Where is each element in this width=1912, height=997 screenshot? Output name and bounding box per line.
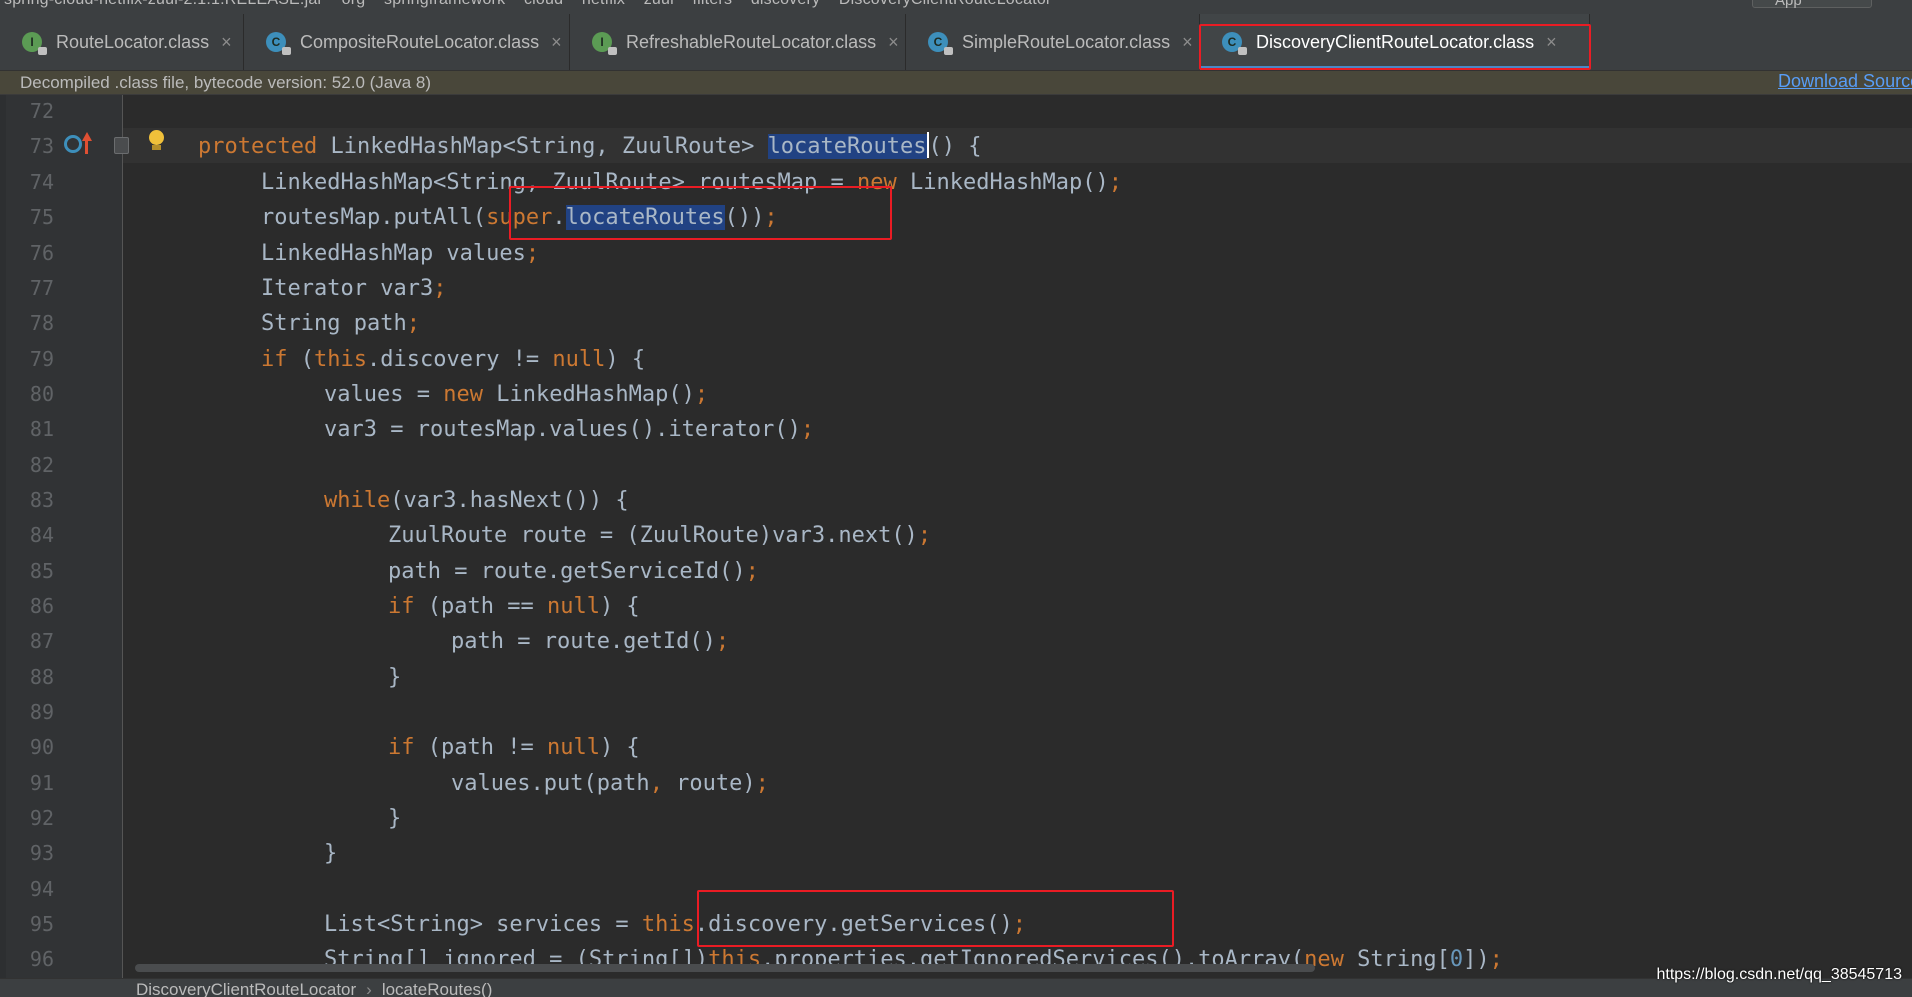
line-number: 77 bbox=[29, 276, 54, 300]
code-line-88[interactable]: } bbox=[388, 660, 401, 695]
code-line-90[interactable]: if (path != null) { bbox=[388, 730, 640, 765]
overrides-method-icon[interactable] bbox=[64, 135, 82, 153]
code-line-87[interactable]: path = route.getId(); bbox=[451, 624, 729, 659]
tab-refreshable-route-locator[interactable]: I RefreshableRouteLocator.class × bbox=[570, 14, 906, 70]
lock-icon bbox=[282, 47, 291, 55]
interface-icon: I bbox=[592, 32, 617, 55]
code-line-84[interactable]: ZuulRoute route = (ZuulRoute)var3.next()… bbox=[388, 518, 931, 553]
line-number: 96 bbox=[29, 947, 54, 971]
navbar-breadcrumb: spring-cloud-netflix-zuul-2.1.1.RELEASE.… bbox=[4, 0, 1065, 9]
navbar-crumb[interactable]: spring-cloud-netflix-zuul-2.1.1.RELEASE.… bbox=[4, 0, 323, 8]
line-number: 94 bbox=[29, 877, 54, 901]
line-number: 88 bbox=[29, 665, 54, 689]
line-number: 84 bbox=[29, 523, 54, 547]
tab-route-locator[interactable]: I RouteLocator.class × bbox=[0, 14, 244, 70]
code-line-80[interactable]: values = new LinkedHashMap(); bbox=[324, 377, 708, 412]
code-line-78[interactable]: String path; bbox=[261, 306, 420, 341]
editor-tab-bar: I RouteLocator.class × C CompositeRouteL… bbox=[0, 14, 1912, 71]
code-line-81[interactable]: var3 = routesMap.values().iterator(); bbox=[324, 412, 814, 447]
banner-message: Decompiled .class file, bytecode version… bbox=[20, 73, 432, 92]
tab-label: CompositeRouteLocator.class bbox=[300, 31, 540, 52]
chevron-right-icon: › bbox=[366, 980, 372, 997]
tab-label: RefreshableRouteLocator.class bbox=[626, 31, 877, 52]
line-number: 90 bbox=[29, 735, 54, 759]
code-line-76[interactable]: LinkedHashMap values; bbox=[261, 236, 539, 271]
selected-method-name: locateRoutes bbox=[767, 134, 927, 159]
navigation-bar: spring-cloud-netflix-zuul-2.1.1.RELEASE.… bbox=[0, 0, 1912, 15]
code-line-91[interactable]: values.put(path, route); bbox=[451, 766, 769, 801]
lock-icon bbox=[38, 47, 47, 55]
line-number: 91 bbox=[29, 771, 54, 795]
navbar-crumb[interactable]: org bbox=[342, 0, 366, 8]
run-configuration-select[interactable]: App bbox=[1752, 0, 1872, 9]
go-to-super-arrow-stem bbox=[85, 140, 88, 154]
navbar-crumb[interactable]: DiscoveryClientRouteLocator bbox=[839, 0, 1052, 8]
tab-label: SimpleRouteLocator.class bbox=[962, 31, 1171, 52]
close-icon[interactable]: × bbox=[888, 32, 899, 53]
line-number: 73 bbox=[29, 134, 54, 158]
line-number: 93 bbox=[29, 841, 54, 865]
download-sources-link[interactable]: Download Sources bbox=[1778, 71, 1912, 92]
editor-breadcrumb-bar: DiscoveryClientRouteLocator › locateRoutes… bbox=[0, 978, 1912, 997]
interface-icon: I bbox=[22, 32, 47, 55]
code-line-77[interactable]: Iterator var3; bbox=[261, 271, 446, 306]
lightbulb-icon[interactable] bbox=[149, 130, 164, 145]
line-number: 89 bbox=[29, 700, 54, 724]
navbar-crumb[interactable]: filters bbox=[693, 0, 733, 8]
code-line-86[interactable]: if (path == null) { bbox=[388, 589, 640, 624]
editor-breadcrumb: DiscoveryClientRouteLocator › locateRoutes… bbox=[136, 980, 492, 997]
code-line-79[interactable]: if (this.discovery != null) { bbox=[261, 342, 645, 377]
line-number: 85 bbox=[29, 559, 54, 583]
decompiled-banner: Decompiled .class file, bytecode version… bbox=[0, 71, 1912, 95]
line-number: 92 bbox=[29, 806, 54, 830]
line-number: 74 bbox=[29, 170, 54, 194]
tab-simple-route-locator[interactable]: C SimpleRouteLocator.class × bbox=[906, 14, 1200, 70]
line-number: 79 bbox=[29, 347, 54, 371]
annotation-box-active-tab bbox=[1199, 24, 1591, 70]
annotation-box-super-call bbox=[509, 186, 892, 240]
line-number: 76 bbox=[29, 241, 54, 265]
fold-icon[interactable] bbox=[114, 137, 129, 154]
horizontal-scrollbar[interactable] bbox=[135, 964, 1315, 972]
line-number: 86 bbox=[29, 594, 54, 618]
code-line-83[interactable]: while(var3.hasNext()) { bbox=[324, 483, 629, 518]
line-number: 95 bbox=[29, 912, 54, 936]
navbar-crumb[interactable]: springframework bbox=[384, 0, 505, 8]
line-number: 80 bbox=[29, 382, 54, 406]
lock-icon bbox=[944, 47, 953, 55]
navbar-crumb[interactable]: cloud bbox=[524, 0, 563, 8]
class-icon: C bbox=[928, 32, 953, 55]
line-number: 83 bbox=[29, 488, 54, 512]
line-number: 82 bbox=[29, 453, 54, 477]
code-line-93[interactable]: } bbox=[324, 836, 337, 871]
annotation-box-get-services bbox=[697, 890, 1174, 947]
navbar-crumb[interactable]: zuul bbox=[644, 0, 674, 8]
watermark-text: https://blog.csdn.net/qq_38545713 bbox=[1656, 966, 1902, 983]
code-line-92[interactable]: } bbox=[388, 801, 401, 836]
breadcrumb-class[interactable]: DiscoveryClientRouteLocator bbox=[136, 980, 356, 997]
breadcrumb-method[interactable]: locateRoutes() bbox=[382, 980, 493, 997]
close-icon[interactable]: × bbox=[551, 32, 562, 53]
lightbulb-base bbox=[152, 145, 161, 150]
line-number: 87 bbox=[29, 629, 54, 653]
navbar-crumb[interactable]: netflix bbox=[582, 0, 625, 8]
line-number: 72 bbox=[29, 99, 54, 123]
tab-composite-route-locator[interactable]: C CompositeRouteLocator.class × bbox=[244, 14, 570, 70]
close-icon[interactable]: × bbox=[221, 32, 232, 53]
line-number: 75 bbox=[29, 205, 54, 229]
class-icon: C bbox=[266, 32, 291, 55]
line-number: 81 bbox=[29, 417, 54, 441]
lock-icon bbox=[608, 47, 617, 55]
tab-label: RouteLocator.class bbox=[56, 31, 210, 52]
line-number: 78 bbox=[29, 311, 54, 335]
navbar-crumb[interactable]: discovery bbox=[751, 0, 820, 8]
close-icon[interactable]: × bbox=[1182, 32, 1193, 53]
code-line-85[interactable]: path = route.getServiceId(); bbox=[388, 554, 759, 589]
code-line-73[interactable]: protected LinkedHashMap<String, ZuulRout… bbox=[198, 129, 982, 164]
